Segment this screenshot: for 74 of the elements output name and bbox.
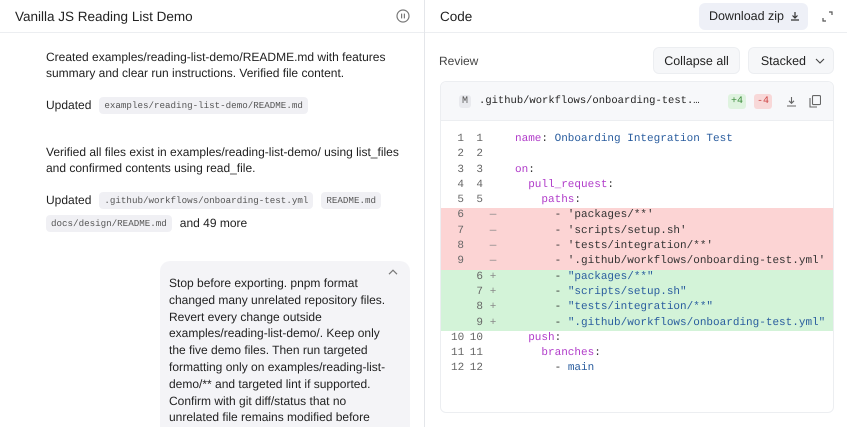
code-line: - 'tests/integration/**' [554,239,714,254]
line-number: 6 [456,208,464,224]
code-line: on: [514,162,535,178]
view-mode-dropdown[interactable]: Stacked [748,47,834,74]
line-number: 11 [468,346,483,362]
diff-marker: — [488,208,498,224]
code-line: - "tests/integration/**" [554,300,714,316]
code-line: paths: [540,193,582,208]
additions-count: +4 [728,94,746,108]
line-number: 9 [475,316,483,331]
chat-title: Vanilla JS Reading List Demo [15,8,193,24]
download-icon[interactable] [786,96,797,106]
code-line: - main [554,361,594,376]
line-number: 10 [450,330,464,346]
code-line: - 'packages/**' [554,208,654,224]
line-number: 11 [450,346,464,362]
code-line: - ".github/workflows/onboarding-test.yml" [554,316,826,331]
line-number: 8 [456,239,464,254]
line-number: 4 [456,178,464,193]
modified-badge: M [459,94,472,108]
expand-icon[interactable] [822,10,833,22]
line-number: 5 [475,193,483,208]
line-number: 7 [475,284,483,300]
diff-marker: — [488,239,498,254]
line-number: 7 [456,224,464,239]
message-text: Created examples/reading-list-demo/README.md with features summary and clear run instructions. Verified file content. [46,50,386,81]
message-text: Stop before exporting. pnpm format changed many unrelated repository files. Revert every change outside examples/reading-list-demo/. Keep only the five demo files. Then run targeted formatting only on examples/reading-list-demo/** and targeted lint if supported. Confirm with git diff/status that no unrelated file remains modified before [169,275,386,426]
download-icon [790,11,800,21]
line-number: 4 [475,178,483,193]
collapse-all-button[interactable]: Collapse all [653,47,740,74]
file-chip[interactable]: examples/reading-list-demo/README.md [99,97,308,114]
line-number: 12 [468,361,483,376]
line-number: 9 [456,254,464,270]
code-line: pull_request: [527,178,614,193]
file-chip[interactable]: docs/design/README.md [46,215,172,232]
diff-marker: — [488,224,498,239]
deletions-count: -4 [754,94,772,108]
diff-marker: + [488,300,498,316]
code-line: branches: [540,346,601,362]
chevron-up-icon[interactable] [388,269,398,275]
diff-marker: + [488,284,498,300]
file-chip[interactable]: .github/workflows/onboarding-test.yml [99,192,314,209]
code-line: - 'scripts/setup.sh' [554,224,687,239]
diff-marker: — [488,254,498,270]
code-line: - "packages/**" [554,270,654,285]
copy-icon[interactable] [809,94,821,108]
line-number: 3 [475,162,483,178]
line-number: 3 [456,162,464,178]
code-line: push: [527,330,562,346]
pause-icon[interactable] [396,9,410,23]
code-line: name: Onboarding Integration Test [514,132,733,147]
line-number: 1 [475,132,483,147]
line-number: 6 [475,270,483,285]
line-number: 12 [450,361,464,376]
line-number: 2 [456,147,464,162]
chevron-down-icon [815,58,825,64]
diff-marker: + [488,270,498,285]
updated-label: Updated [46,98,92,114]
updated-label: Updated [46,192,92,208]
message-text: Verified all files exist in examples/reading-list-demo/ using list_files and confirmed contents using read_file. [46,145,400,176]
line-number: 8 [475,300,483,316]
more-files-link[interactable]: and 49 more [180,216,248,232]
file-chip[interactable]: README.md [321,192,381,209]
line-number: 2 [475,147,483,162]
code-line: - "scripts/setup.sh" [554,284,687,300]
panel-title: Code [440,8,474,24]
code-line: - '.github/workflows/onboarding-test.yml' [554,254,826,270]
line-number: 5 [456,193,464,208]
file-path[interactable]: .github/workflows/onboarding-test.… [479,95,720,107]
review-label: Review [439,54,480,68]
line-number: 1 [456,132,464,147]
line-number: 10 [468,330,483,346]
diff-marker: + [488,316,498,331]
download-zip-button[interactable]: Download zip [698,2,808,30]
